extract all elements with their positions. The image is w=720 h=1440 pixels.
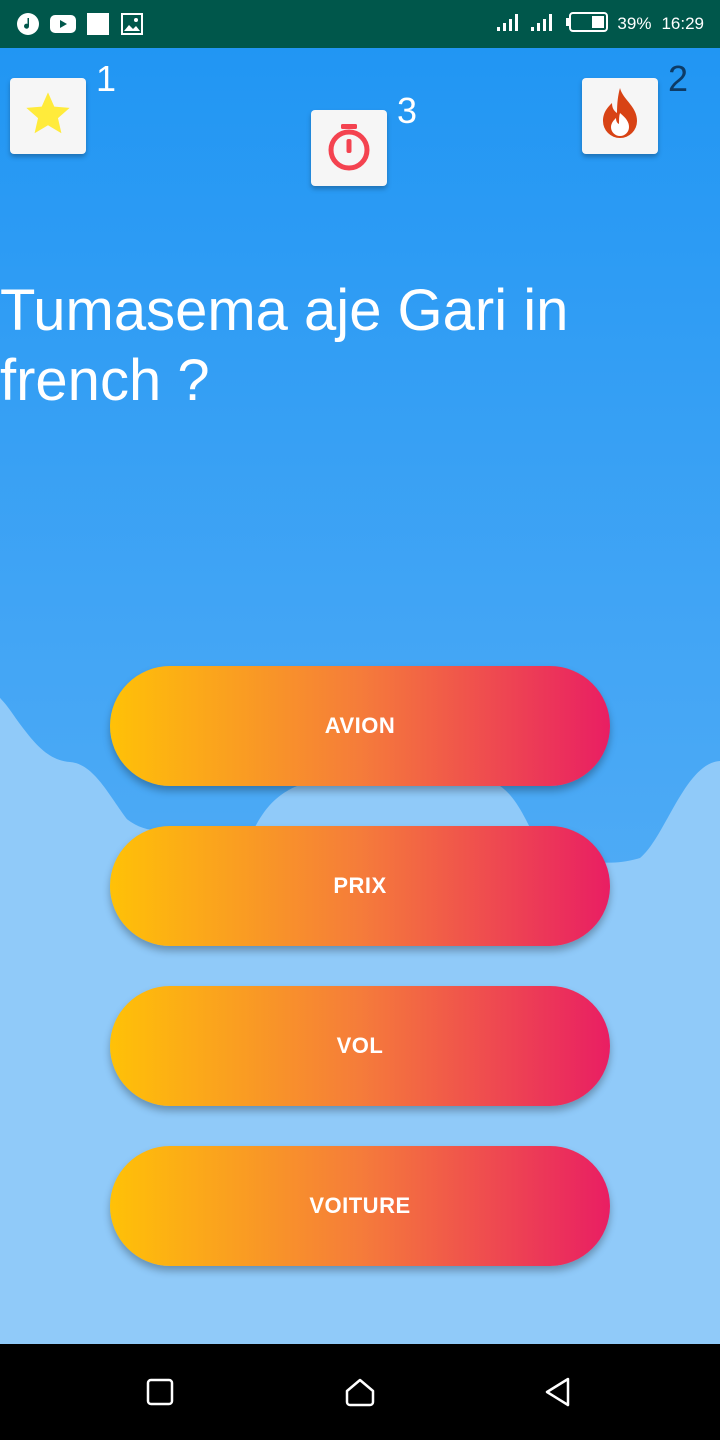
- recent-apps-icon[interactable]: [136, 1368, 184, 1416]
- battery-icon: [565, 11, 609, 38]
- signal-icon: [531, 11, 557, 38]
- question-text: Tumasema aje Gari in french ?: [0, 278, 569, 413]
- timer-tile: [311, 110, 387, 186]
- answer-button-1[interactable]: AVION: [110, 666, 610, 786]
- back-icon[interactable]: [534, 1368, 582, 1416]
- clock: 16:29: [661, 14, 704, 33]
- navigation-bar: [0, 1344, 720, 1440]
- quiz-screen: 1 3 2 Tumasema aje Gari in french ? AVIO…: [0, 48, 720, 1344]
- streak-count: 2: [668, 58, 689, 99]
- flame-icon: [595, 86, 645, 147]
- square-notification-icon: [86, 12, 110, 36]
- stopwatch-icon: [321, 118, 377, 179]
- status-bar: 39% 16:29: [0, 0, 720, 48]
- signal-icon: [497, 11, 523, 38]
- stars-tile: [10, 78, 86, 154]
- star-icon: [22, 88, 74, 145]
- music-icon: [16, 12, 40, 36]
- answer-button-3[interactable]: VOL: [110, 986, 610, 1106]
- youtube-icon: [50, 12, 76, 36]
- answer-button-4[interactable]: VOITURE: [110, 1146, 610, 1266]
- timer-count: 3: [397, 90, 418, 131]
- answer-button-2[interactable]: PRIX: [110, 826, 610, 946]
- home-icon[interactable]: [336, 1368, 384, 1416]
- battery-percent: 39%: [617, 14, 652, 33]
- stars-count: 1: [96, 58, 117, 99]
- streak-tile: [582, 78, 658, 154]
- image-icon: [120, 12, 144, 36]
